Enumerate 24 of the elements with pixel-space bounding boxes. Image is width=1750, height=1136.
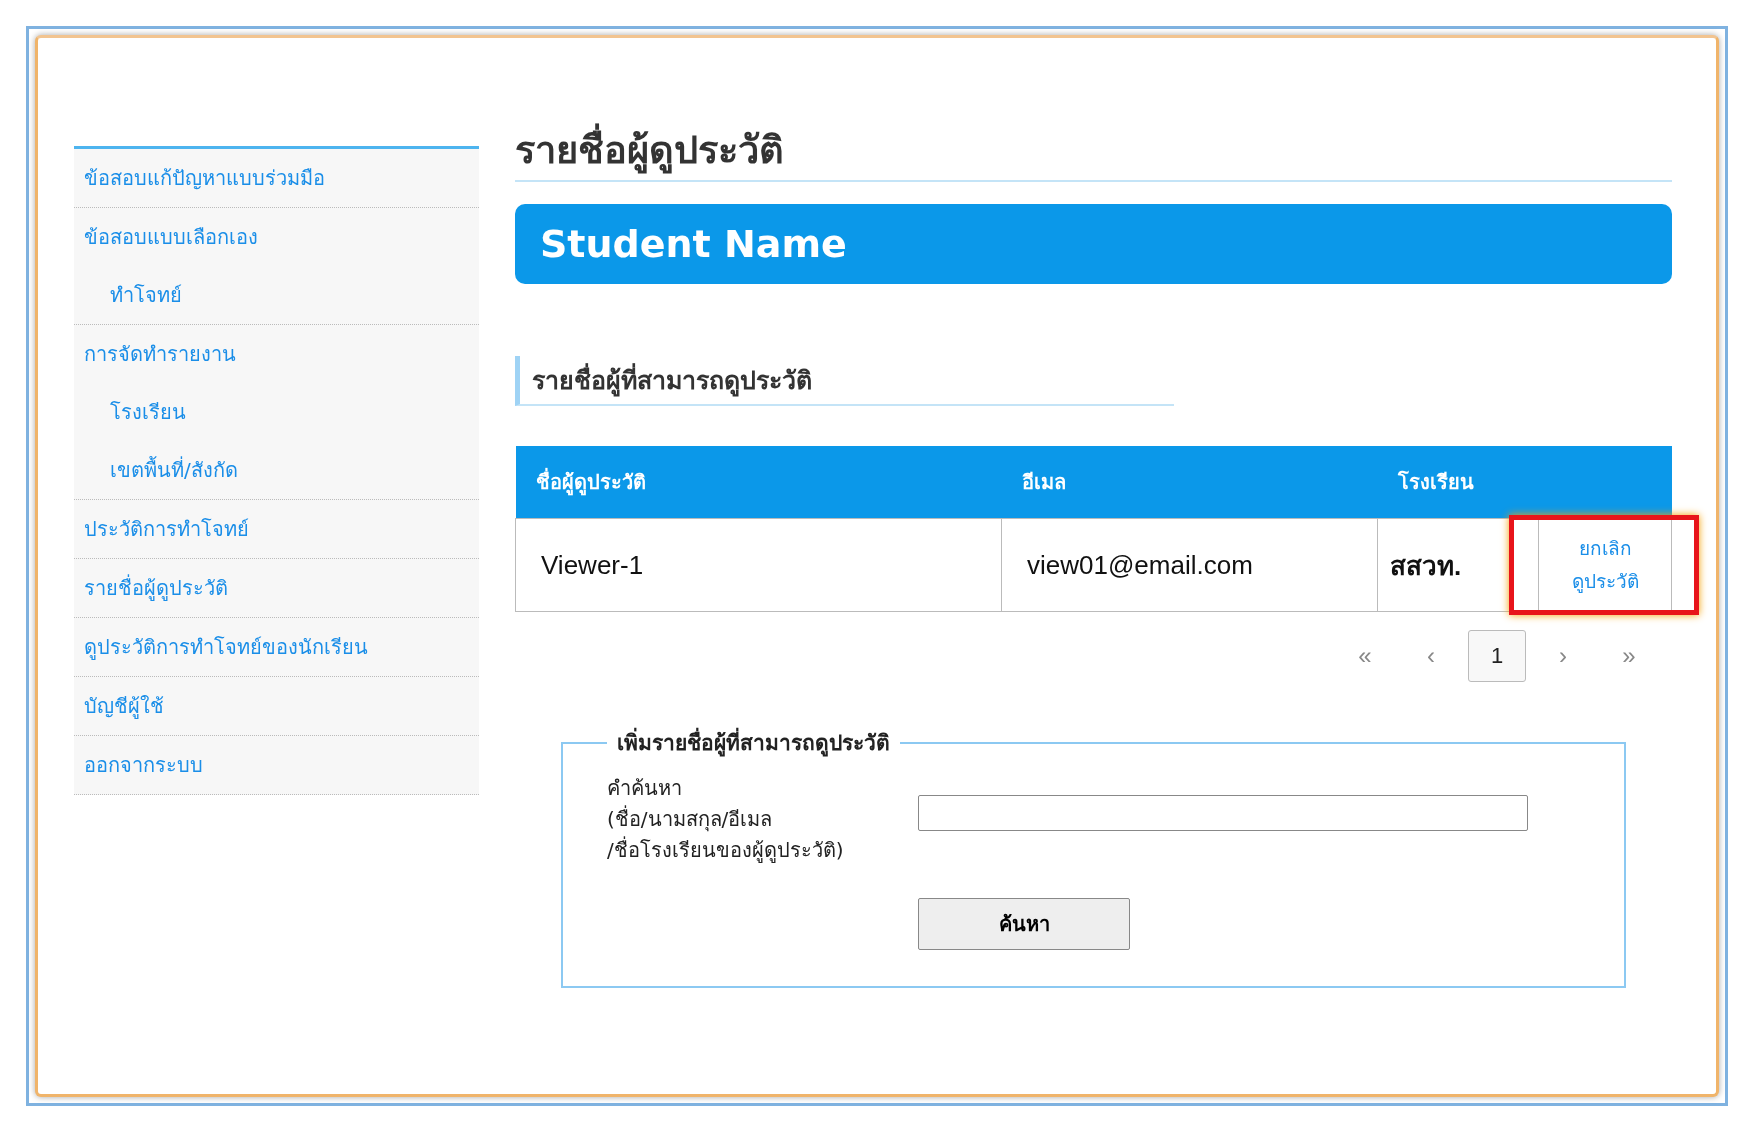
field-label: คำค้นหา (ชื่อ/นามสกุล/อีเมล /ชื่อโรงเรียนของผู้ดูประวัติ) bbox=[607, 775, 845, 865]
search-button[interactable]: ค้นหา bbox=[918, 898, 1130, 950]
sidebar-menu-item[interactable]: ออกจากระบบ bbox=[74, 736, 479, 795]
sidebar-menu-item[interactable]: ดูประวัติการทำโจทย์ของนักเรียน bbox=[74, 618, 479, 677]
sidebar-menu-item[interactable]: ประวัติการทำโจทย์ bbox=[74, 500, 479, 559]
sidebar-menu-item[interactable]: บัญชีผู้ใช้ bbox=[74, 677, 479, 736]
page-link[interactable]: » bbox=[1600, 630, 1658, 682]
column-header: อีเมล bbox=[1001, 446, 1378, 519]
page-link[interactable]: › bbox=[1534, 630, 1592, 682]
sidebar-menu-item[interactable]: ข้อสอบแก้ปัญหาแบบร่วมมือ bbox=[74, 149, 479, 208]
page-link[interactable]: « bbox=[1336, 630, 1394, 682]
table-cell: สสวท. bbox=[1377, 518, 1539, 612]
search-field[interactable] bbox=[918, 795, 1528, 831]
column-header: โรงเรียน bbox=[1377, 446, 1672, 519]
section-heading: รายชื่อผู้ที่สามารถดูประวัติ bbox=[515, 356, 1174, 406]
student-name-banner: Student Name bbox=[515, 204, 1672, 284]
page-link[interactable]: 1 bbox=[1468, 630, 1526, 682]
sidebar-menu-item[interactable]: รายชื่อผู้ดูประวัติ bbox=[74, 559, 479, 618]
page-link[interactable]: ‹ bbox=[1402, 630, 1460, 682]
page-title: รายชื่อผู้ดูประวัติ bbox=[515, 122, 1672, 182]
table-cell: view01@email.com bbox=[1001, 518, 1378, 612]
column-header: ชื่อผู้ดูประวัติ bbox=[515, 446, 1002, 519]
table-cell: Viewer-1 bbox=[515, 518, 1002, 612]
panel-legend: เพิ่มรายชื่อผู้ที่สามารถดูประวัติ bbox=[607, 726, 900, 759]
